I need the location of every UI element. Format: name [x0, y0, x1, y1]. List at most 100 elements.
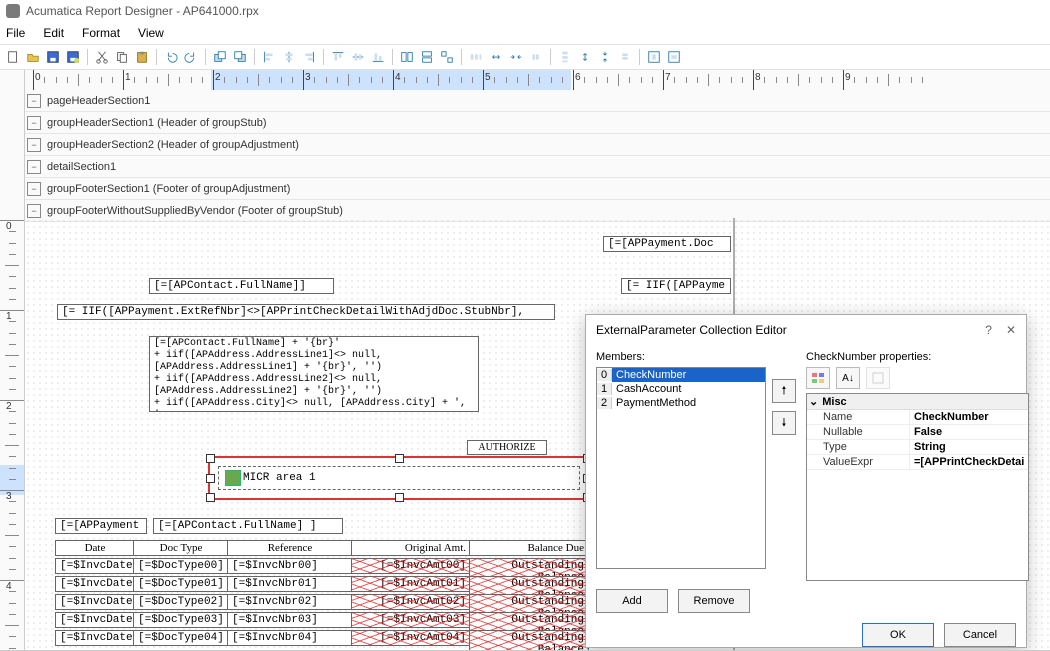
hspace-remove-icon[interactable]: [527, 48, 545, 66]
cell-outbal[interactable]: Outstanding Balance: [469, 630, 589, 651]
prop-value[interactable]: String: [909, 440, 1028, 454]
prop-value[interactable]: =[APPrintCheckDetai: [909, 455, 1028, 469]
ruler-horizontal[interactable]: /*ticks drawn below by binder*/ 01234567…: [25, 70, 1050, 91]
section-page-header[interactable]: −pageHeaderSection1: [25, 90, 1050, 112]
dialog-titlebar[interactable]: ExternalParameter Collection Editor ? ✕: [586, 315, 1026, 345]
undo-icon[interactable]: [162, 48, 180, 66]
align-center-icon[interactable]: [280, 48, 298, 66]
open-icon[interactable]: [24, 48, 42, 66]
resize-handle[interactable]: [206, 454, 215, 463]
categorized-icon[interactable]: [806, 367, 830, 389]
save-as-icon[interactable]: [64, 48, 82, 66]
cell-invcnbr[interactable]: [=$InvcNbr04]: [227, 630, 353, 646]
prop-nullable[interactable]: NullableFalse: [807, 425, 1028, 440]
section-group-footer1[interactable]: −groupFooterSection1 (Footer of groupAdj…: [25, 178, 1050, 200]
cell-invcnbr[interactable]: [=$InvcNbr00]: [227, 558, 353, 574]
cell-doctype[interactable]: [=$DocType02]: [133, 594, 229, 610]
cell-invcamt[interactable]: [=$InvcAmt01]: [351, 576, 471, 592]
col-origamt[interactable]: Original Amt.: [351, 540, 471, 556]
property-pages-icon[interactable]: [866, 367, 890, 389]
section-group-header2[interactable]: −groupHeaderSection2 (Header of groupAdj…: [25, 134, 1050, 156]
close-icon[interactable]: ✕: [1006, 323, 1016, 337]
menu-edit[interactable]: Edit: [43, 26, 64, 40]
col-reference[interactable]: Reference: [227, 540, 353, 556]
col-doctype[interactable]: Doc Type: [133, 540, 229, 556]
cell-invcamt[interactable]: [=$InvcAmt03]: [351, 612, 471, 628]
collapse-icon[interactable]: −: [27, 160, 41, 174]
cut-icon[interactable]: [93, 48, 111, 66]
align-right-icon[interactable]: [300, 48, 318, 66]
field-iif-appayme[interactable]: [= IIF([APPayme: [621, 278, 731, 294]
label-authorize[interactable]: AUTHORIZE: [467, 440, 547, 455]
ok-button[interactable]: OK: [862, 623, 934, 647]
hspace-dec-icon[interactable]: [507, 48, 525, 66]
cell-doctype[interactable]: [=$DocType01]: [133, 576, 229, 592]
collapse-icon[interactable]: −: [27, 204, 41, 218]
field-address-block[interactable]: [=[APContact.FullName] + '{br}' + iif([A…: [149, 336, 479, 412]
hspace-equal-icon[interactable]: [467, 48, 485, 66]
add-button[interactable]: Add: [596, 589, 668, 613]
collapse-icon[interactable]: −: [27, 182, 41, 196]
resize-handle[interactable]: [206, 474, 215, 483]
align-top-icon[interactable]: [329, 48, 347, 66]
cell-invcnbr[interactable]: [=$InvcNbr01]: [227, 576, 353, 592]
micr-selection-box[interactable]: MICR area 1: [208, 456, 590, 500]
field-apcontact-fullname2[interactable]: [=[APContact.FullName] ]: [153, 518, 343, 534]
menu-bar[interactable]: File Edit Format View: [0, 22, 1050, 44]
members-list[interactable]: 0CheckNumber 1CashAccount 2PaymentMethod: [596, 367, 766, 569]
center-h-icon[interactable]: [645, 48, 663, 66]
vspace-equal-icon[interactable]: [556, 48, 574, 66]
cell-invcdate[interactable]: [=$InvcDate: [55, 576, 135, 592]
member-checknumber[interactable]: 0CheckNumber: [597, 368, 765, 382]
collapse-icon[interactable]: −: [27, 94, 41, 108]
copy-icon[interactable]: [113, 48, 131, 66]
save-icon[interactable]: [44, 48, 62, 66]
property-grid[interactable]: ⌄Misc NameCheckNumber NullableFalse Type…: [806, 393, 1029, 581]
cell-invcnbr[interactable]: [=$InvcNbr03]: [227, 612, 353, 628]
vspace-inc-icon[interactable]: [576, 48, 594, 66]
resize-handle[interactable]: [395, 493, 404, 502]
cell-doctype[interactable]: [=$DocType03]: [133, 612, 229, 628]
collapse-icon[interactable]: −: [27, 138, 41, 152]
cell-invcamt[interactable]: [=$InvcAmt04]: [351, 630, 471, 646]
move-down-button[interactable]: 🠗: [772, 411, 796, 435]
prop-valueexpr[interactable]: ValueExpr=[APPrintCheckDetai: [807, 455, 1028, 470]
same-width-icon[interactable]: [398, 48, 416, 66]
remove-button[interactable]: Remove: [678, 589, 750, 613]
member-cashaccount[interactable]: 1CashAccount: [597, 382, 765, 396]
alphabetical-icon[interactable]: A↓: [836, 367, 860, 389]
same-height-icon[interactable]: [418, 48, 436, 66]
cell-doctype[interactable]: [=$DocType04]: [133, 630, 229, 646]
center-v-icon[interactable]: [665, 48, 683, 66]
new-icon[interactable]: [4, 48, 22, 66]
cell-invcamt[interactable]: [=$InvcAmt00]: [351, 558, 471, 574]
external-parameter-dialog[interactable]: ExternalParameter Collection Editor ? ✕ …: [585, 314, 1027, 648]
prop-group-misc[interactable]: ⌄Misc: [807, 394, 1028, 410]
cell-invcdate[interactable]: [=$InvcDate: [55, 558, 135, 574]
cell-invcnbr[interactable]: [=$InvcNbr02]: [227, 594, 353, 610]
move-up-button[interactable]: 🠕: [772, 379, 796, 403]
prop-type[interactable]: TypeString: [807, 440, 1028, 455]
member-paymentmethod[interactable]: 2PaymentMethod: [597, 396, 765, 410]
field-iif-extrefnbr[interactable]: [= IIF([APPayment.ExtRefNbr]<>[APPrintCh…: [57, 304, 555, 320]
hspace-inc-icon[interactable]: [487, 48, 505, 66]
menu-file[interactable]: File: [6, 26, 25, 40]
ruler-vertical[interactable]: 01234567: [0, 90, 25, 651]
align-middle-icon[interactable]: [349, 48, 367, 66]
cell-invcdate[interactable]: [=$InvcDate: [55, 594, 135, 610]
section-group-header1[interactable]: −groupHeaderSection1 (Header of groupStu…: [25, 112, 1050, 134]
prop-value[interactable]: CheckNumber: [909, 410, 1028, 424]
field-appayment-doc[interactable]: [=[APPayment.Doc: [603, 236, 731, 252]
prop-name[interactable]: NameCheckNumber: [807, 410, 1028, 425]
vspace-dec-icon[interactable]: [596, 48, 614, 66]
field-apcontact-fullname[interactable]: [=[APContact.FullName]]: [149, 278, 334, 294]
redo-icon[interactable]: [182, 48, 200, 66]
resize-handle[interactable]: [206, 493, 215, 502]
micr-subreport[interactable]: MICR area 1: [218, 466, 580, 490]
section-detail[interactable]: −detailSection1: [25, 156, 1050, 178]
col-balance[interactable]: Balance Due: [469, 540, 589, 556]
same-size-icon[interactable]: [438, 48, 456, 66]
prop-value[interactable]: False: [909, 425, 1028, 439]
cell-doctype[interactable]: [=$DocType00]: [133, 558, 229, 574]
col-date[interactable]: Date: [55, 540, 135, 556]
